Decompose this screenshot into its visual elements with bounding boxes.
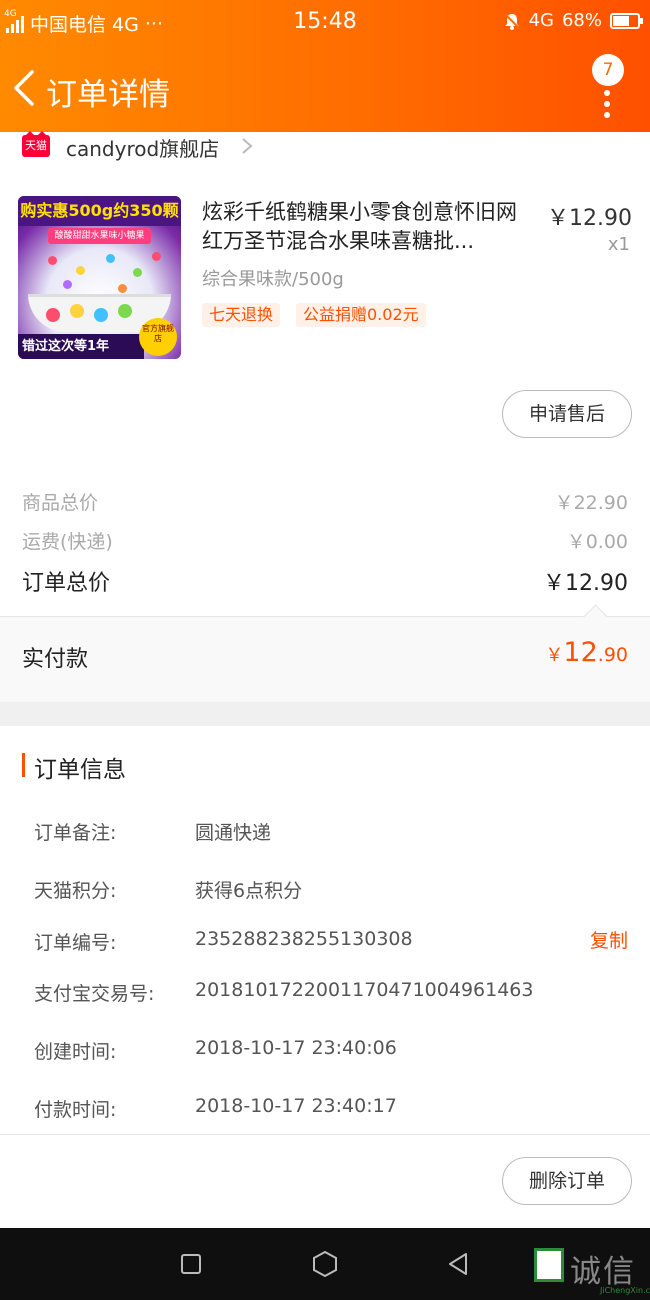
shop-header[interactable]: 天猫 candyrod旗舰店 [0, 131, 650, 168]
back-icon[interactable] [446, 1251, 470, 1277]
order-info-title: 订单信息 [34, 757, 126, 783]
goods-total-label: 商品总价 [22, 492, 99, 514]
goods-total-value: ￥22.90 [554, 492, 628, 514]
info-row-points: 天猫积分: 获得6点积分 [34, 880, 303, 902]
mute-bell-icon [503, 12, 520, 30]
shipping-value: ￥0.00 [566, 531, 628, 553]
info-row-created-time: 创建时间: 2018-10-17 23:40:06 [34, 1037, 397, 1063]
battery-percent: 68% [561, 10, 602, 31]
battery-icon [610, 12, 643, 29]
shipping-label: 运费(快递) [22, 531, 113, 553]
section-gap [0, 702, 650, 726]
tag-charity: 公益捐赠0.02元 [296, 303, 426, 327]
copy-order-number-button[interactable]: 复制 [590, 926, 628, 953]
notification-badge: 7 [592, 54, 624, 86]
chevron-right-icon [242, 138, 253, 154]
divider [0, 1134, 650, 1135]
shop-name[interactable]: candyrod旗舰店 [66, 133, 219, 162]
official-store-seal: 官方旗舰店 [139, 318, 177, 356]
page-title: 订单详情 [46, 77, 170, 113]
info-row-order-number: 订单编号: 235288238255130308 [34, 928, 413, 954]
network-label: 4G [528, 10, 554, 31]
watermark-logo: 诚信 JiChengXin.com [530, 1234, 650, 1295]
product-spec: 综合果味款/500g [202, 269, 344, 290]
watermark-text: 诚信 [570, 1254, 636, 1290]
more-dots-icon [604, 90, 610, 123]
product-quantity: x1 [607, 234, 630, 255]
watermark-emblem-icon [534, 1248, 564, 1282]
header: 4G 中国电信 4G ··· 15:48 4G 68% 订单详情 7 [0, 0, 650, 132]
paid-amount-box: 实付款 ￥12.90 [0, 616, 650, 702]
order-total-value: ￥12.90 [543, 571, 628, 596]
watermark-url: JiChengXin.com [600, 1286, 650, 1295]
paid-amount: ￥12.90 [545, 637, 628, 668]
info-row-remark: 订单备注: 圆通快递 [34, 822, 272, 844]
product-price: ￥12.90 [547, 206, 632, 231]
order-total-label: 订单总价 [22, 571, 111, 596]
product-title[interactable]: 炫彩千纸鹤糖果小零食创意怀旧网红万圣节混合水果味喜糖批... [202, 198, 532, 256]
navigation-bar: 订单详情 7 [0, 54, 650, 120]
product-image-footer: 错过这次等1年 [18, 334, 144, 359]
tag-seven-day-return: 七天退换 [202, 303, 281, 327]
paid-label: 实付款 [22, 647, 89, 672]
back-arrow-icon[interactable] [10, 66, 40, 110]
tmall-logo-icon: 天猫 [22, 131, 50, 157]
recent-apps-icon[interactable] [181, 1254, 201, 1274]
info-row-alipay-number: 支付宝交易号: 2018101722001170471004961463 [34, 979, 534, 1005]
product-image[interactable]: 购实惠500g约350颗 酸酸甜甜水果味小糖果 错过这次等1年 官方旗舰店 [18, 196, 181, 359]
home-icon[interactable] [312, 1250, 338, 1278]
after-sale-button[interactable]: 申请售后 [502, 390, 632, 438]
section-accent-bar [22, 753, 25, 777]
info-row-paid-time: 付款时间: 2018-10-17 23:40:17 [34, 1095, 397, 1121]
product-image-banner: 购实惠500g约350颗 [18, 196, 181, 226]
system-navigation-bar: 诚信 JiChengXin.com [0, 1228, 650, 1300]
delete-order-button[interactable]: 删除订单 [502, 1157, 632, 1205]
product-image-subbanner: 酸酸甜甜水果味小糖果 [48, 228, 151, 244]
status-bar: 4G 中国电信 4G ··· 15:48 4G 68% [0, 0, 650, 46]
more-menu-button[interactable]: 7 [590, 54, 630, 118]
